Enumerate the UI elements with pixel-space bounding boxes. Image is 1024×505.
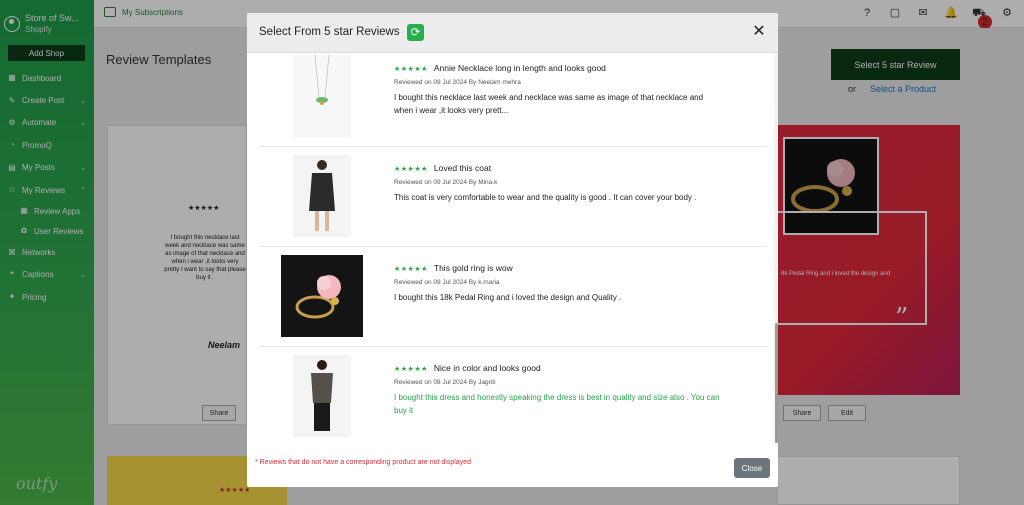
review-title: Nice in color and looks good: [433, 363, 541, 373]
close-icon[interactable]: ✕: [750, 23, 768, 41]
dress-image: [293, 355, 351, 437]
review-list: ★★★★★ Annie Necklace long in length and l…: [247, 53, 778, 445]
scrollbar-thumb[interactable]: [775, 323, 778, 443]
review-body: This coat is very comfortable to wear an…: [394, 193, 697, 202]
scrollbar[interactable]: [774, 53, 778, 445]
review-title: This gold ring is wow: [433, 263, 513, 273]
review-body: I bought this 18k Pedal Ring and i loved…: [394, 293, 622, 302]
review-row-dress[interactable]: ★★★★★ Nice in color and looks good Review…: [259, 347, 767, 445]
footer-note: * Reviews that do not have a correspondi…: [255, 459, 471, 466]
review-meta: Reviewed on 08 Jul 2024 By Jagriti: [394, 379, 496, 386]
refresh-icon[interactable]: [407, 24, 424, 41]
review-row-ring[interactable]: ★★★★★ This gold ring is wow Reviewed on 0…: [259, 247, 767, 347]
coat-image: [293, 155, 351, 237]
review-stars: ★★★★★: [394, 166, 428, 173]
review-title: Annie Necklace long in length and looks …: [433, 63, 606, 73]
select-review-modal: Select From 5 star Reviews ✕ ★★★★★ Annie …: [247, 13, 778, 487]
review-row-necklace[interactable]: ★★★★★ Annie Necklace long in length and l…: [259, 53, 767, 147]
review-body: I bought this dress and honestly speakin…: [394, 393, 720, 415]
review-meta: Reviewed on 09 Jul 2024 By Mina.k: [394, 179, 498, 186]
review-meta: Reviewed on 09 Jul 2024 By k.maria: [394, 279, 500, 286]
close-button[interactable]: Close: [734, 458, 770, 478]
modal-title: Select From 5 star Reviews: [259, 26, 400, 38]
review-stars: ★★★★★: [394, 266, 428, 273]
review-meta: Reviewed on 09 Jul 2024 By Neelam mehra: [394, 79, 521, 86]
modal-header: Select From 5 star Reviews ✕: [247, 13, 778, 53]
necklace-image: [293, 55, 351, 137]
review-row-coat[interactable]: ★★★★★ Loved this coat Reviewed on 09 Jul …: [259, 147, 767, 247]
review-stars: ★★★★★: [394, 366, 428, 373]
review-stars: ★★★★★: [394, 66, 428, 73]
review-title: Loved this coat: [433, 163, 492, 173]
review-body: I bought this necklace last week and nec…: [394, 93, 704, 115]
ring-image: [281, 255, 363, 337]
